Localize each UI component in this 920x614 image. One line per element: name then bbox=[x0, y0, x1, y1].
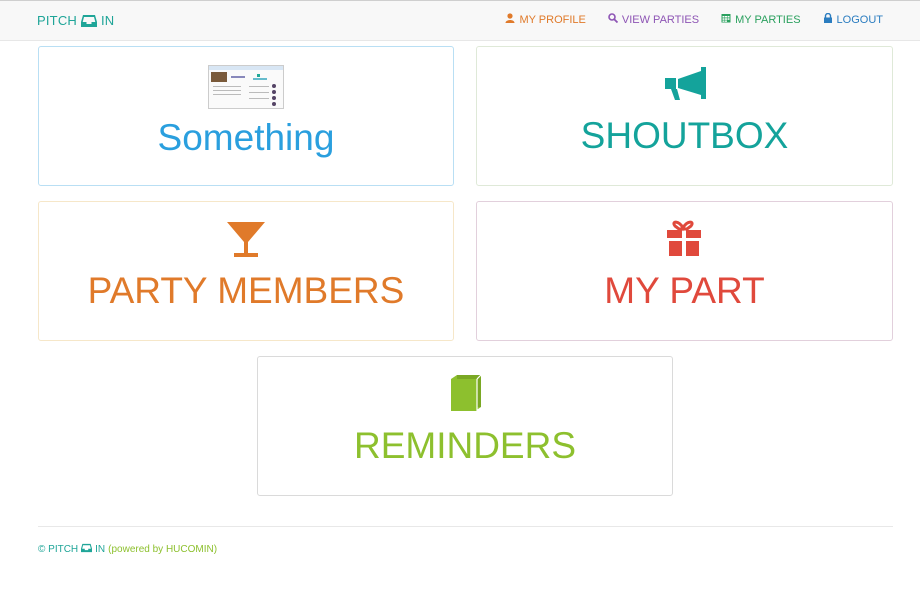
inbox-icon bbox=[81, 543, 93, 556]
nav-my-profile[interactable]: MY PROFILE bbox=[505, 13, 586, 26]
footer: © PITCH IN (powered by HUCOMIN) bbox=[38, 543, 217, 556]
lock-icon bbox=[823, 12, 833, 26]
tile-shoutbox[interactable]: SHOUTBOX bbox=[476, 46, 893, 186]
top-nav: MY PROFILE VIEW PARTIES MY PARTIES LOGOU… bbox=[483, 12, 883, 26]
tile-my-part-title: MY PART bbox=[604, 270, 765, 311]
gift-icon bbox=[665, 218, 705, 262]
brand-left-text: PITCH bbox=[37, 13, 77, 28]
brand-right-text: IN bbox=[101, 13, 115, 28]
nav-my-parties-label: MY PARTIES bbox=[735, 13, 801, 26]
tile-my-part[interactable]: MY PART bbox=[476, 201, 893, 341]
calendar-icon bbox=[721, 13, 731, 26]
bullhorn-icon bbox=[663, 63, 707, 107]
footer-suffix: IN bbox=[95, 544, 106, 555]
tile-shoutbox-title: SHOUTBOX bbox=[580, 115, 789, 156]
inbox-icon bbox=[81, 14, 97, 28]
nav-view-parties-label: VIEW PARTIES bbox=[621, 13, 700, 26]
screenshot-thumbnail bbox=[208, 65, 284, 109]
footer-powered-by: (powered by HUCOMIN) bbox=[108, 544, 218, 555]
brand-link[interactable]: PITCH IN bbox=[37, 13, 114, 28]
nav-my-profile-label: MY PROFILE bbox=[519, 13, 586, 26]
book-icon bbox=[445, 373, 485, 417]
navbar: PITCH IN MY PROFILE VIEW PARTIES MY PART… bbox=[0, 0, 920, 41]
footer-divider bbox=[38, 526, 893, 527]
footer-prefix: © PITCH bbox=[38, 544, 79, 555]
tile-reminders-title: REMINDERS bbox=[353, 425, 577, 466]
nav-logout-label: LOGOUT bbox=[836, 13, 883, 26]
tile-party-members-title: PARTY MEMBERS bbox=[87, 270, 405, 311]
user-icon bbox=[505, 13, 515, 26]
nav-logout[interactable]: LOGOUT bbox=[823, 12, 883, 26]
search-icon bbox=[608, 13, 619, 26]
nav-view-parties[interactable]: VIEW PARTIES bbox=[608, 13, 699, 26]
tile-something-title: Something bbox=[157, 117, 335, 158]
tile-party-members[interactable]: PARTY MEMBERS bbox=[38, 201, 454, 341]
cocktail-glass-icon bbox=[226, 218, 266, 262]
tile-reminders[interactable]: REMINDERS bbox=[257, 356, 673, 496]
tile-something[interactable]: Something bbox=[38, 46, 454, 186]
nav-my-parties[interactable]: MY PARTIES bbox=[721, 13, 801, 26]
